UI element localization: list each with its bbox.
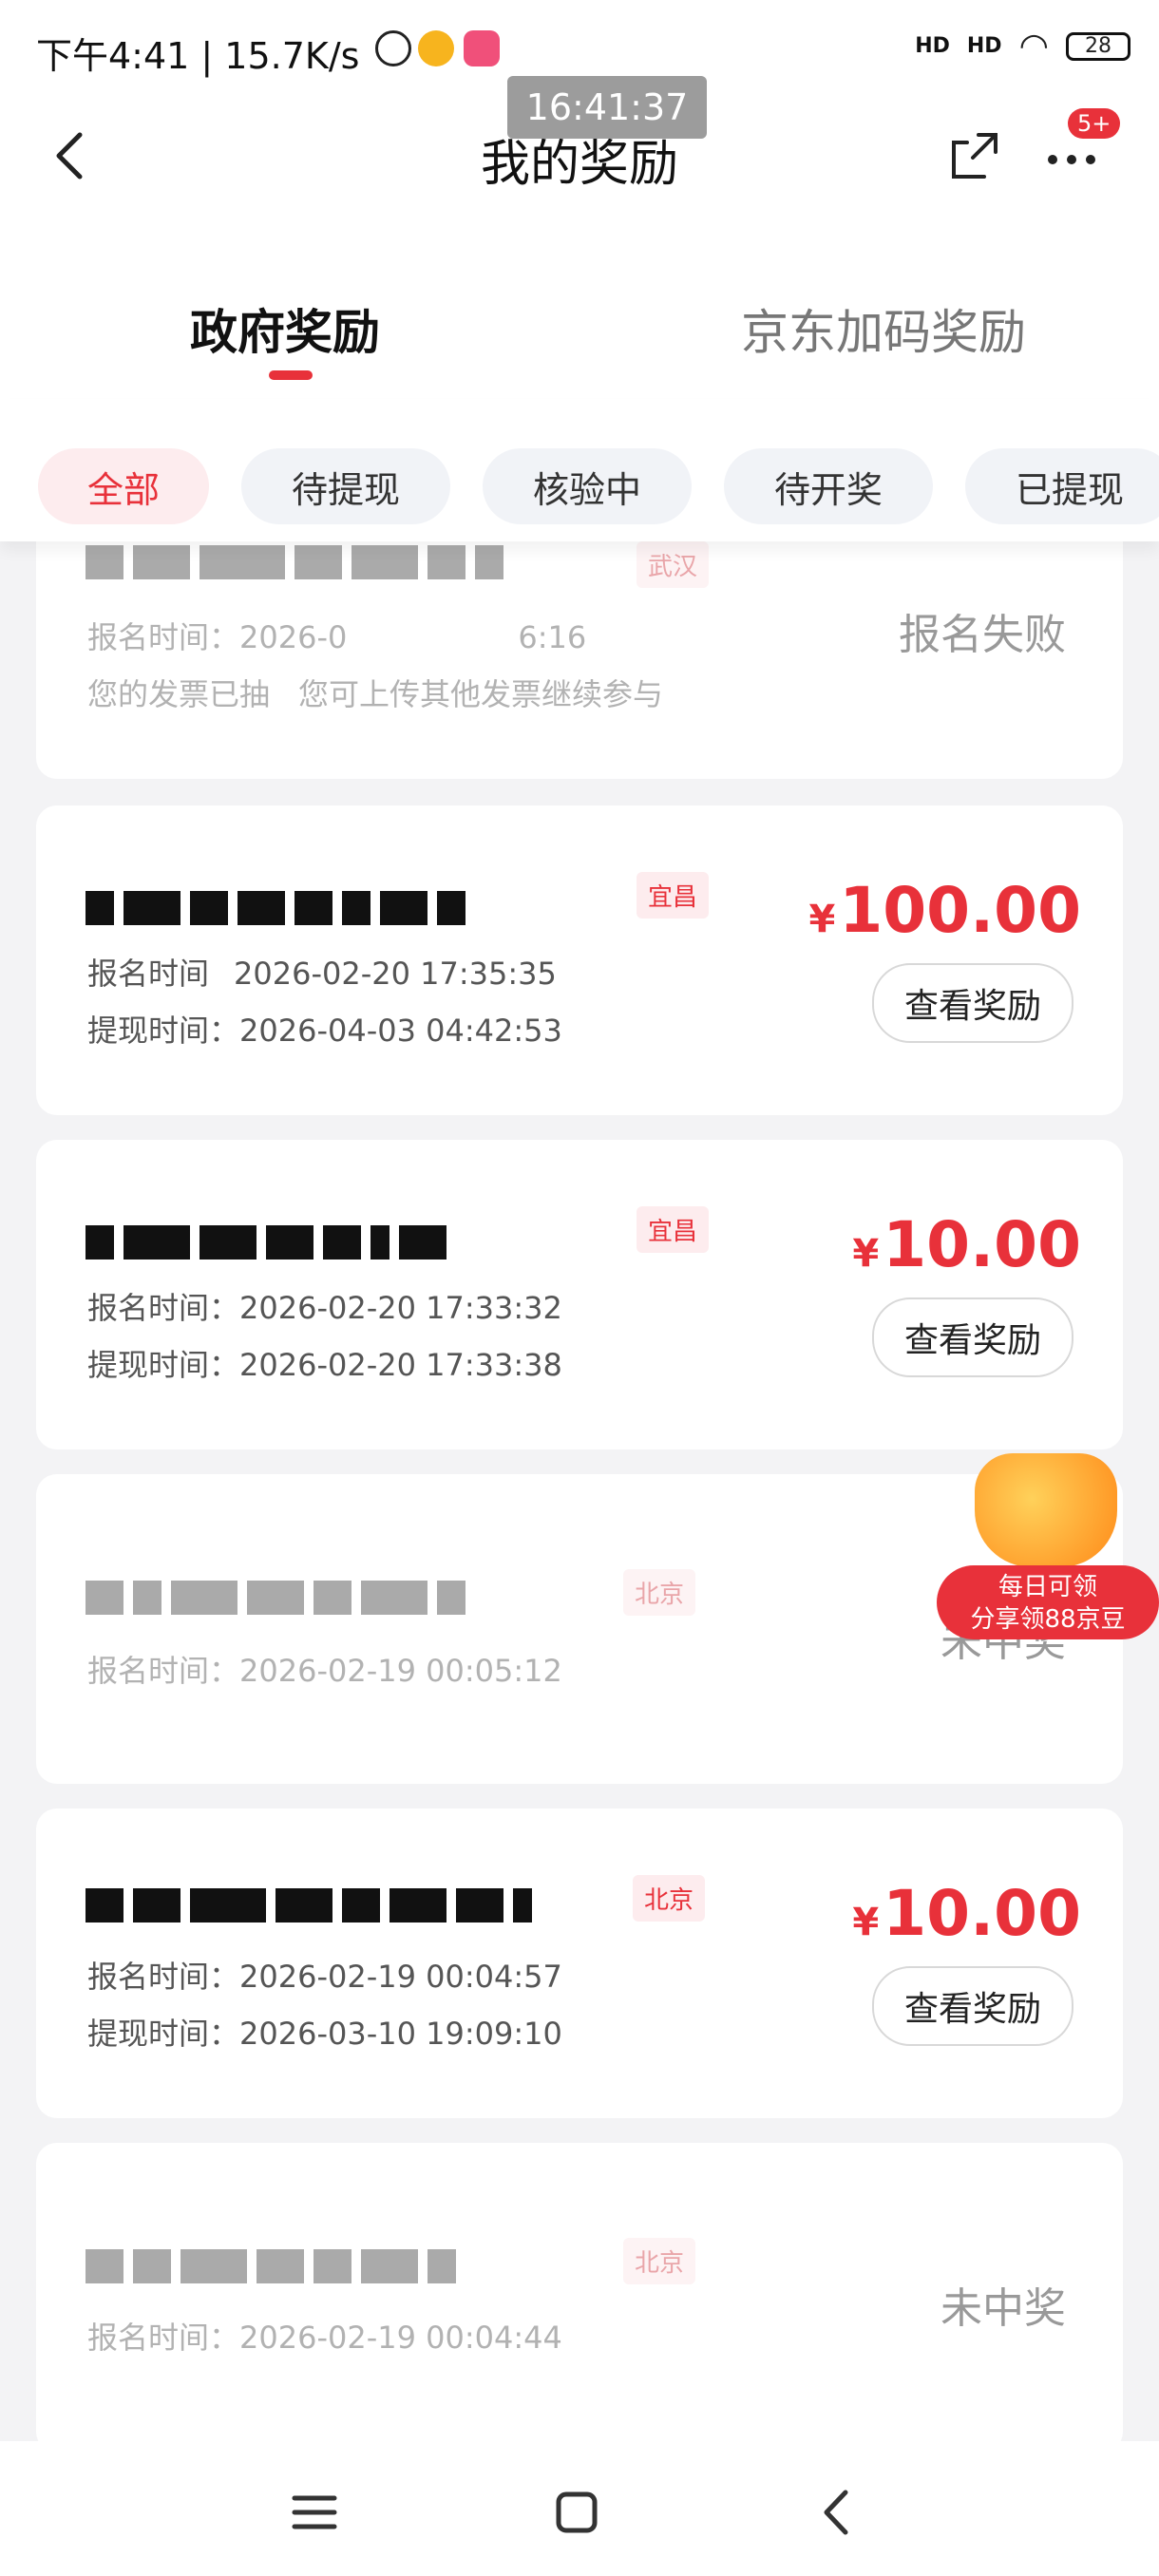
wifi-icon: ◠ bbox=[1018, 27, 1049, 66]
reward-card[interactable]: 北京 报名时间：2026-02-19 00:04:57 提现时间：2026-03… bbox=[36, 1809, 1123, 2118]
city-tag: 武汉 bbox=[636, 541, 710, 588]
alarm-icon bbox=[375, 30, 411, 66]
status-label: 未中奖 bbox=[940, 2284, 1066, 2333]
promo-label: 每日可领 分享领88京豆 bbox=[937, 1565, 1159, 1639]
clock-overlay: 16:41:37 bbox=[507, 76, 707, 139]
view-reward-button[interactable]: 查看奖励 bbox=[872, 963, 1074, 1043]
signup-time: 报名时间 2026-02-20 17:35:35 bbox=[87, 956, 557, 992]
city-tag: 北京 bbox=[633, 1875, 706, 1922]
invoice-title-redacted bbox=[86, 541, 504, 583]
menu-icon[interactable] bbox=[281, 2479, 348, 2546]
status-time-speed: 下午4:41 | 15.7K/s bbox=[36, 35, 360, 77]
daily-promo-float[interactable]: 每日可领 分享领88京豆 bbox=[937, 1453, 1159, 1639]
signup-time: 报名时间：2026-02-20 17:33:32 bbox=[87, 1290, 562, 1326]
status-note: 您的发票已抽 您可上传其他发票继续参与 bbox=[87, 676, 664, 712]
signup-time: 报名时间：2026-02-19 00:05:12 bbox=[87, 1653, 562, 1689]
filter-chip-all[interactable]: 全部 bbox=[38, 448, 209, 524]
withdraw-time: 提现时间：2026-02-20 17:33:38 bbox=[87, 1347, 562, 1383]
notification-badge: 5+ bbox=[1068, 108, 1121, 139]
reward-amount: ¥100.00 bbox=[808, 874, 1081, 947]
weibo-icon bbox=[418, 30, 454, 66]
city-tag: 北京 bbox=[623, 2238, 696, 2284]
reward-amount: ¥10.00 bbox=[852, 1877, 1081, 1950]
view-reward-button[interactable]: 查看奖励 bbox=[872, 1297, 1074, 1377]
reward-card[interactable]: 宜昌 报名时间：2026-02-20 17:33:32 提现时间：2026-02… bbox=[36, 1140, 1123, 1449]
back-icon[interactable] bbox=[804, 2479, 870, 2546]
bilibili-icon bbox=[464, 30, 500, 66]
city-tag: 北京 bbox=[623, 1569, 696, 1616]
share-icon[interactable] bbox=[940, 123, 1007, 190]
lucky-bag-icon bbox=[975, 1453, 1117, 1567]
main-tabs: 政府奖励 京东加码奖励 bbox=[0, 218, 1159, 399]
invoice-title-redacted bbox=[86, 1222, 446, 1263]
withdraw-time: 提现时间：2026-03-10 19:09:10 bbox=[87, 2016, 562, 2052]
signup-time: 报名时间：2026-02-19 00:04:44 bbox=[87, 2320, 562, 2356]
tab-jd-bonus-reward[interactable]: 京东加码奖励 bbox=[741, 294, 1026, 363]
filter-bar: 全部 待提现 核验中 待开奖 已提现 bbox=[0, 399, 1159, 541]
system-nav-bar bbox=[0, 2441, 1159, 2576]
reward-card[interactable]: 北京 报名时间：2026-02-19 00:04:44 未中奖 bbox=[36, 2143, 1123, 2453]
tab-government-reward[interactable]: 政府奖励 bbox=[190, 294, 380, 363]
signal-icon: HD bbox=[915, 34, 950, 58]
filter-chip-withdrawn[interactable]: 已提现 bbox=[965, 448, 1159, 524]
signup-time: 报名时间：2026-0 6:16 bbox=[87, 619, 587, 655]
battery-indicator: 28 bbox=[1066, 31, 1130, 61]
view-reward-button[interactable]: 查看奖励 bbox=[872, 1966, 1074, 2046]
active-tab-indicator bbox=[269, 370, 313, 380]
city-tag: 宜昌 bbox=[636, 872, 710, 919]
invoice-title-redacted bbox=[86, 887, 466, 929]
invoice-title-redacted bbox=[86, 2245, 456, 2287]
filter-chip-pending-draw[interactable]: 待开奖 bbox=[724, 448, 933, 524]
status-indicators: HD HD ◠ 28 bbox=[915, 27, 1130, 66]
reward-amount: ¥10.00 bbox=[852, 1208, 1081, 1281]
home-icon[interactable] bbox=[543, 2479, 610, 2546]
withdraw-time: 提现时间：2026-04-03 04:42:53 bbox=[87, 1013, 562, 1049]
filter-chip-pending-withdraw[interactable]: 待提现 bbox=[241, 448, 450, 524]
invoice-title-redacted bbox=[86, 1577, 466, 1619]
reward-card[interactable]: 宜昌 报名时间 2026-02-20 17:35:35 提现时间：2026-04-… bbox=[36, 805, 1123, 1115]
reward-card[interactable]: 武汉 报名时间：2026-0 6:16 您的发票已抽 您可上传其他发票继续参与 报名… bbox=[36, 513, 1123, 779]
signup-time: 报名时间：2026-02-19 00:04:57 bbox=[87, 1959, 562, 1995]
signal-icon-2: HD bbox=[966, 34, 1002, 58]
filter-chip-verifying[interactable]: 核验中 bbox=[483, 448, 692, 524]
invoice-title-redacted bbox=[86, 1885, 532, 1926]
city-tag: 宜昌 bbox=[636, 1206, 710, 1253]
status-label: 报名失败 bbox=[899, 611, 1066, 659]
